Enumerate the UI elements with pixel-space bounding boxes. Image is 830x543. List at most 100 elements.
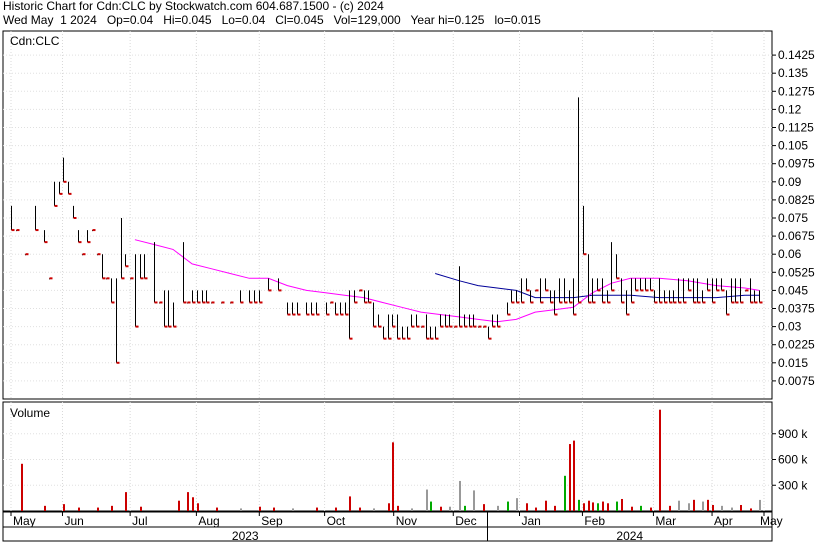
month-label: Sep	[261, 514, 283, 528]
volume-bar	[388, 503, 390, 511]
price-y-tick-label: 0.105	[778, 139, 808, 153]
volume-bar	[259, 506, 261, 511]
volume-bar	[292, 508, 294, 511]
volume-bar	[516, 498, 518, 511]
volume-y-tick-label: 600 k	[778, 453, 808, 467]
price-y-tick-label: 0.0525	[778, 265, 815, 279]
volume-bar	[459, 480, 461, 511]
month-label: Dec	[455, 514, 476, 528]
volume-bar	[621, 498, 623, 511]
volume-bar	[187, 492, 189, 511]
year-label: 2024	[616, 529, 643, 543]
month-label: May	[760, 514, 783, 528]
volume-bar	[111, 505, 113, 511]
volume-bar	[578, 499, 580, 511]
volume-bar	[545, 500, 547, 511]
price-y-tick-label: 0.03	[778, 320, 802, 334]
chart-stage: Historic Chart for Cdn:CLC by Stockwatch…	[0, 0, 830, 543]
price-y-tick-label: 0.0075	[778, 374, 815, 388]
volume-panel-title: Volume	[10, 406, 50, 420]
volume-bar	[693, 499, 695, 511]
volume-bar	[440, 506, 442, 511]
price-y-tick-label: 0.1275	[778, 84, 815, 98]
volume-bar	[750, 508, 752, 511]
volume-bar	[583, 503, 585, 511]
volume-bar	[731, 507, 733, 511]
volume-bar	[192, 497, 194, 511]
volume-bar	[21, 463, 23, 511]
volume-bar	[373, 508, 375, 511]
price-y-tick-label: 0.0975	[778, 157, 815, 171]
volume-bar	[707, 499, 709, 511]
volume-bar	[473, 490, 475, 511]
price-y-tick-label: 0.0225	[778, 338, 815, 352]
volume-bar	[125, 492, 127, 511]
volume-bar	[273, 507, 275, 511]
month-label: Oct	[327, 514, 346, 528]
volume-panel-frame	[2, 401, 773, 512]
month-label: Jan	[522, 514, 541, 528]
price-y-tick-label: 0.0375	[778, 302, 815, 316]
price-y-tick-label: 0.0825	[778, 193, 815, 207]
volume-bar	[430, 501, 432, 511]
volume-bar	[497, 505, 499, 511]
price-y-tick-label: 0.135	[778, 66, 808, 80]
price-y-tick-label: 0.1125	[778, 121, 814, 135]
price-y-tick-label: 0.06	[778, 247, 802, 261]
volume-bar	[740, 504, 742, 511]
month-label: Aug	[198, 514, 219, 528]
volume-bar	[392, 442, 394, 511]
volume-bar	[678, 500, 680, 511]
volume-bar	[349, 496, 351, 511]
price-panel-frame	[2, 30, 773, 400]
volume-bar	[44, 505, 46, 511]
volume-bar	[602, 501, 604, 511]
volume-bar	[702, 501, 704, 511]
volume-bar	[526, 503, 528, 511]
volume-bar	[569, 444, 571, 511]
price-panel-title: Cdn:CLC	[10, 34, 60, 48]
volume-y-tick-label: 300 k	[778, 478, 808, 492]
volume-bar	[97, 507, 99, 511]
volume-bar	[564, 475, 566, 511]
volume-bar	[616, 501, 618, 511]
price-y-tick-label: 0.1425	[778, 48, 815, 62]
volume-bar	[650, 507, 652, 511]
price-y-tick-label: 0.045	[778, 283, 808, 297]
volume-bar	[359, 507, 361, 511]
volume-bar	[607, 503, 609, 511]
month-label: Feb	[584, 514, 605, 528]
volume-bar	[759, 499, 761, 511]
volume-bar	[197, 503, 199, 511]
volume-bar	[78, 507, 80, 511]
year-label: 2023	[232, 529, 259, 543]
volume-bar	[411, 508, 413, 511]
volume-bar	[535, 507, 537, 511]
volume-bar	[397, 505, 399, 511]
month-label: Jul	[132, 514, 147, 528]
volume-bar	[449, 506, 451, 511]
month-label: Jun	[64, 514, 83, 528]
volume-bar	[721, 505, 723, 511]
volume-bar	[178, 500, 180, 511]
year-axis-frame	[2, 526, 773, 542]
month-label: Nov	[396, 514, 417, 528]
volume-bar	[216, 507, 218, 511]
volume-bar	[573, 440, 575, 511]
price-y-tick-label: 0.0675	[778, 229, 815, 243]
month-label: Apr	[714, 514, 733, 528]
volume-bar	[63, 504, 65, 511]
price-y-tick-label: 0.09	[778, 175, 802, 189]
volume-y-tick-label: 900 k	[778, 427, 808, 441]
price-y-tick-label: 0.12	[778, 102, 802, 116]
volume-bar	[669, 505, 671, 511]
price-y-tick-label: 0.075	[778, 211, 808, 225]
month-label: Mar	[655, 514, 676, 528]
historic-chart: 0.1425 0.135 0.1275 0.12 0.1125 0.105 0.0975 0.…	[2, 30, 815, 543]
volume-bar	[659, 409, 661, 511]
volume-bar	[335, 507, 337, 511]
volume-bar	[712, 504, 714, 511]
volume-bar	[316, 507, 318, 511]
moving-average-short-line	[134, 239, 760, 323]
volume-bar	[597, 503, 599, 511]
